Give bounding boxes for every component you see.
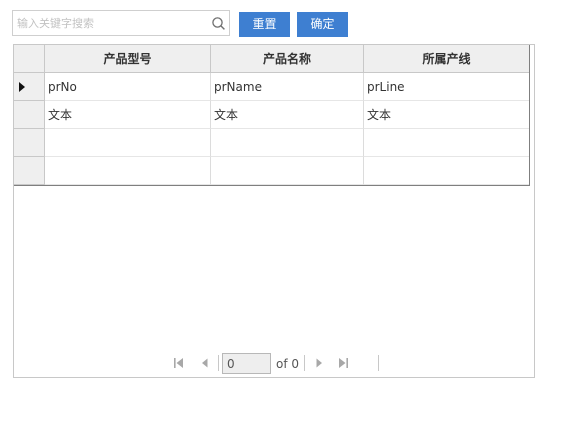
table-cell[interactable]: prLine [364, 73, 529, 101]
table-cell[interactable]: 文本 [364, 101, 529, 129]
table-row[interactable] [14, 157, 529, 185]
table-cell[interactable]: 文本 [211, 101, 364, 129]
data-grid: 产品型号 产品名称 所属产线 prNo prName prLine 文本 文本 … [14, 45, 530, 186]
table-cell[interactable] [211, 129, 364, 157]
page-number-input[interactable] [222, 353, 271, 374]
table-cell[interactable] [364, 157, 529, 185]
table-row[interactable]: 文本 文本 文本 [14, 101, 529, 129]
pager: of 0 [160, 352, 390, 376]
current-row-arrow-icon [19, 82, 25, 92]
table-row[interactable] [14, 129, 529, 157]
grid-panel: 产品型号 产品名称 所属产线 prNo prName prLine 文本 文本 … [13, 44, 535, 378]
confirm-button[interactable]: 确定 [297, 12, 348, 37]
table-cell[interactable]: prNo [45, 73, 211, 101]
column-header-name[interactable]: 产品名称 [211, 45, 364, 73]
row-selector[interactable] [14, 157, 45, 185]
next-page-icon[interactable] [312, 356, 326, 370]
table-cell[interactable] [211, 157, 364, 185]
pager-separator [378, 355, 379, 371]
reset-button[interactable]: 重置 [239, 12, 290, 37]
corner-cell[interactable] [14, 45, 45, 73]
table-cell[interactable] [45, 157, 211, 185]
previous-page-icon[interactable] [198, 356, 212, 370]
page-total-label: of 0 [276, 357, 300, 371]
pager-separator [218, 355, 219, 371]
table-cell[interactable]: prName [211, 73, 364, 101]
first-page-icon[interactable] [172, 356, 186, 370]
table-row[interactable]: prNo prName prLine [14, 73, 529, 101]
table-cell[interactable]: 文本 [45, 101, 211, 129]
search-box[interactable] [12, 10, 230, 36]
pager-separator [304, 355, 305, 371]
search-input[interactable] [13, 11, 209, 35]
column-header-model[interactable]: 产品型号 [45, 45, 211, 73]
table-cell[interactable] [364, 129, 529, 157]
row-selector[interactable] [14, 129, 45, 157]
search-icon[interactable] [211, 16, 226, 31]
last-page-icon[interactable] [336, 356, 350, 370]
table-cell[interactable] [45, 129, 211, 157]
row-selector[interactable] [14, 73, 45, 101]
column-header-line[interactable]: 所属产线 [364, 45, 529, 73]
grid-header-row: 产品型号 产品名称 所属产线 [14, 45, 529, 73]
row-selector[interactable] [14, 101, 45, 129]
